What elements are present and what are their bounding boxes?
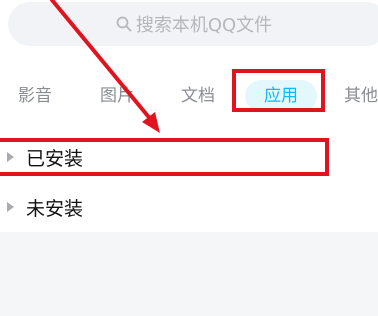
main-panel: 搜索本机QQ文件 影音 图片 文档 应用 其他 已安装 未安装: [0, 0, 378, 232]
tab-images[interactable]: 图片: [100, 80, 134, 112]
section-label: 未安装: [26, 197, 84, 220]
search-bar[interactable]: 搜索本机QQ文件: [8, 2, 378, 46]
expand-arrow-icon: [7, 202, 14, 212]
app-section-list: 已安装 未安装: [0, 132, 378, 232]
expand-arrow-icon: [7, 152, 14, 162]
search-icon: [116, 16, 132, 32]
tab-other[interactable]: 其他: [344, 80, 378, 112]
section-installed[interactable]: 已安装: [0, 132, 378, 182]
category-tabs: 影音 图片 文档 应用 其他: [0, 80, 378, 112]
tab-media[interactable]: 影音: [18, 80, 52, 112]
tab-documents[interactable]: 文档: [181, 80, 215, 112]
search-placeholder: 搜索本机QQ文件: [135, 15, 273, 36]
section-not-installed[interactable]: 未安装: [0, 182, 378, 232]
tab-apps[interactable]: 应用: [245, 80, 317, 112]
search-content: 搜索本机QQ文件: [116, 11, 272, 37]
section-label: 已安装: [26, 147, 84, 170]
